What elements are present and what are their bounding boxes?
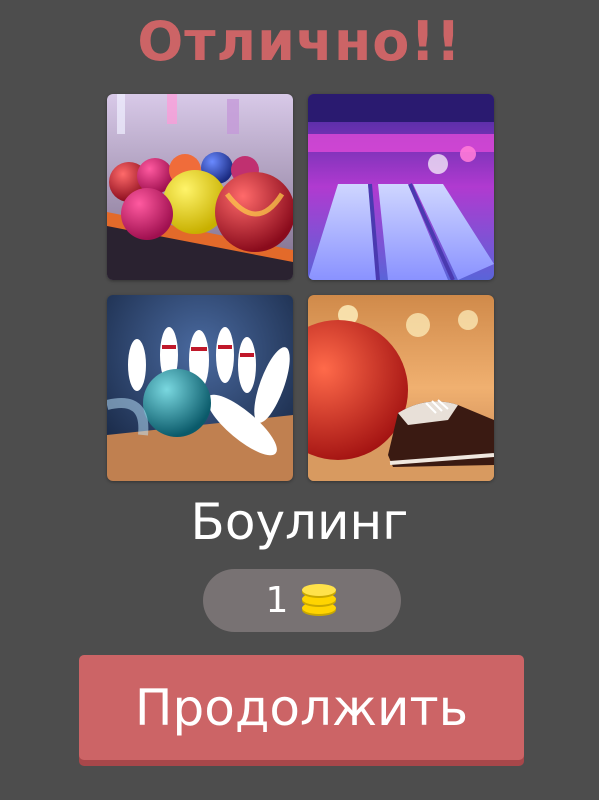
bowling-ball-shoes-photo	[308, 295, 494, 481]
puzzle-image-bowling-lanes	[308, 94, 494, 280]
bowling-lanes-photo	[308, 94, 494, 280]
coin-reward-badge: 1	[203, 569, 401, 632]
bowling-balls-photo	[107, 94, 293, 280]
success-title: Отлично!!	[137, 10, 462, 73]
coin-reward-value: 1	[265, 580, 289, 621]
coins-icon	[302, 583, 337, 616]
puzzle-image-bowling-ball-shoes	[308, 295, 494, 481]
puzzle-image-bowling-balls	[107, 94, 293, 280]
continue-button[interactable]: Продолжить	[79, 655, 524, 760]
bowling-strike-photo	[107, 295, 293, 481]
answer-word: Боулинг	[190, 493, 409, 551]
puzzle-image-bowling-strike	[107, 295, 293, 481]
